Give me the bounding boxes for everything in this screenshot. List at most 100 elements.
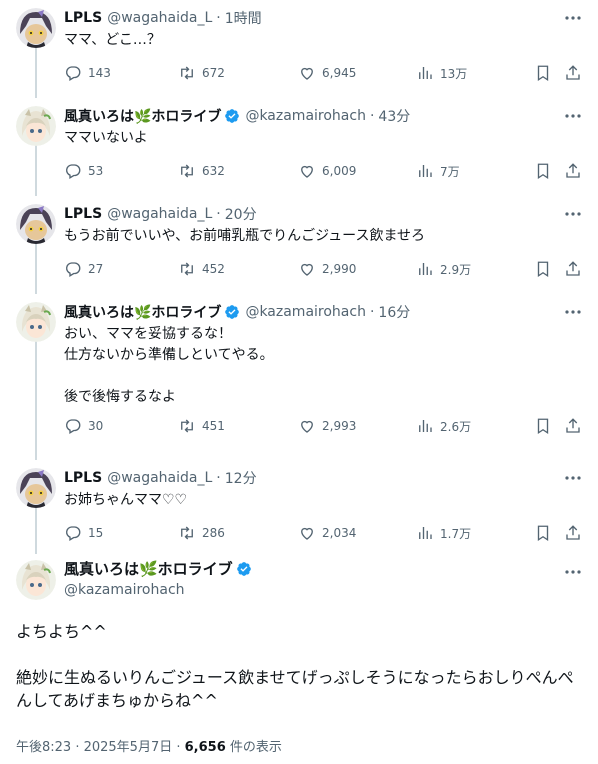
reply-button[interactable]: 30 bbox=[64, 416, 103, 436]
share-button[interactable] bbox=[564, 161, 588, 181]
reply-tweet[interactable]: LPLS @wagahaida_L · 12分 お姉ちゃんママ♡♡ 15 286 2,034 1… bbox=[0, 468, 598, 547]
views-button[interactable]: 2.9万 bbox=[416, 259, 471, 279]
action-bar: 143 672 6,945 13万 bbox=[64, 63, 584, 83]
more-icon[interactable] bbox=[564, 108, 582, 124]
avatar[interactable] bbox=[16, 468, 56, 508]
retweet-button[interactable]: 632 bbox=[178, 161, 225, 181]
tweet-time[interactable]: 16分 bbox=[378, 302, 410, 322]
action-bar: 30 451 2,993 2.6万 bbox=[64, 416, 584, 436]
avatar[interactable] bbox=[16, 204, 56, 244]
views-count: 2.9万 bbox=[440, 262, 472, 277]
like-button[interactable]: 6,009 bbox=[298, 161, 356, 181]
share-button[interactable] bbox=[564, 523, 588, 543]
retweet-count: 452 bbox=[202, 262, 225, 276]
avatar[interactable] bbox=[16, 106, 56, 146]
bookmark-button[interactable] bbox=[534, 416, 558, 436]
reply-tweet[interactable]: LPLS @wagahaida_L · 20分 もうお前でいいや、お前哺乳瓶でりんごジュ… bbox=[0, 204, 598, 283]
reply-count: 53 bbox=[88, 164, 104, 178]
views-button[interactable]: 1.7万 bbox=[416, 523, 471, 543]
avatar[interactable] bbox=[16, 8, 56, 48]
tweet-text: よちよち^^ 絶妙に生ぬるいりんごジュース飲ませてげっぷしそうになったらおしりぺ… bbox=[16, 622, 574, 710]
like-button[interactable]: 6,945 bbox=[298, 63, 356, 83]
author-handle[interactable]: @kazamairohach bbox=[245, 108, 366, 124]
author-name[interactable]: LPLS bbox=[64, 206, 102, 222]
like-icon bbox=[298, 162, 322, 180]
views-button[interactable]: 2.6万 bbox=[416, 416, 471, 436]
views-button[interactable]: 7万 bbox=[416, 161, 460, 181]
author-name[interactable]: 風真いろは🌿ホロライブ bbox=[64, 106, 221, 126]
retweet-button[interactable]: 452 bbox=[178, 259, 225, 279]
like-button[interactable]: 2,990 bbox=[298, 259, 356, 279]
action-bar: 15 286 2,034 1.7万 bbox=[64, 523, 584, 543]
author-handle[interactable]: @kazamairohach bbox=[64, 582, 185, 598]
tweet-header: 風真いろは🌿ホロライブ @kazamairohach · 43分 bbox=[64, 106, 410, 126]
share-button[interactable] bbox=[564, 416, 588, 436]
author-name[interactable]: LPLS bbox=[64, 10, 102, 26]
share-icon bbox=[564, 417, 588, 435]
avatar[interactable] bbox=[16, 560, 56, 600]
more-icon[interactable] bbox=[564, 10, 582, 26]
reply-button[interactable]: 27 bbox=[64, 259, 103, 279]
action-bar: 27 452 2,990 2.9万 bbox=[64, 259, 584, 279]
author-handle[interactable]: @kazamairohach bbox=[245, 304, 366, 320]
reply-count: 30 bbox=[88, 419, 104, 433]
bookmark-button[interactable] bbox=[534, 259, 558, 279]
share-button[interactable] bbox=[564, 259, 588, 279]
timestamp[interactable]: 午後8:23 · 2025年5月7日 · bbox=[16, 740, 185, 755]
bookmark-icon bbox=[534, 64, 558, 82]
retweet-count: 286 bbox=[202, 526, 225, 540]
views-button[interactable]: 13万 bbox=[416, 63, 467, 83]
tweet-text: おい、ママを妥協するな！ 仕方ないから準備しといてやる。 後で後悔するなよ bbox=[64, 326, 274, 405]
retweet-button[interactable]: 672 bbox=[178, 63, 225, 83]
separator: · bbox=[369, 304, 375, 320]
tweet-time[interactable]: 1時間 bbox=[225, 8, 262, 28]
more-icon[interactable] bbox=[564, 206, 582, 222]
like-count: 2,990 bbox=[322, 262, 357, 276]
like-button[interactable]: 2,993 bbox=[298, 416, 356, 436]
bookmark-icon bbox=[534, 524, 558, 542]
retweet-icon bbox=[178, 524, 202, 542]
tweet-time[interactable]: 20分 bbox=[225, 204, 257, 224]
reply-button[interactable]: 143 bbox=[64, 63, 111, 83]
retweet-count: 672 bbox=[202, 66, 225, 80]
reply-tweet[interactable]: 風真いろは🌿ホロライブ @kazamairohach · 43分 ママいないよ 53 632… bbox=[0, 106, 598, 185]
verified-badge-icon bbox=[224, 304, 240, 320]
bookmark-button[interactable] bbox=[534, 161, 558, 181]
reply-icon bbox=[64, 417, 88, 435]
reply-button[interactable]: 53 bbox=[64, 161, 103, 181]
retweet-button[interactable]: 286 bbox=[178, 523, 225, 543]
bookmark-button[interactable] bbox=[534, 523, 558, 543]
reply-button[interactable]: 15 bbox=[64, 523, 103, 543]
more-icon[interactable] bbox=[564, 304, 582, 320]
author-handle[interactable]: @wagahaida_L bbox=[107, 470, 212, 486]
tweet-text: ママいないよ bbox=[64, 130, 148, 146]
author-handle[interactable]: @wagahaida_L bbox=[107, 206, 212, 222]
avatar[interactable] bbox=[16, 302, 56, 342]
views-icon bbox=[416, 524, 440, 542]
tweet-time[interactable]: 12分 bbox=[225, 468, 257, 488]
bookmark-button[interactable] bbox=[534, 63, 558, 83]
retweet-count: 632 bbox=[202, 164, 225, 178]
verified-badge-icon bbox=[236, 561, 252, 577]
reply-icon bbox=[64, 524, 88, 542]
more-icon[interactable] bbox=[564, 564, 582, 580]
reply-tweet[interactable]: LPLS @wagahaida_L · 1時間 ママ、どこ…？ 143 672 6,945 13… bbox=[0, 8, 598, 87]
tweet-header: LPLS @wagahaida_L · 1時間 bbox=[64, 8, 262, 28]
reply-tweet[interactable]: 風真いろは🌿ホロライブ @kazamairohach · 16分おい、ママを妥協するな… bbox=[0, 302, 598, 440]
author-handle[interactable]: @wagahaida_L bbox=[107, 10, 212, 26]
author-name[interactable]: LPLS bbox=[64, 470, 102, 486]
more-icon[interactable] bbox=[564, 470, 582, 486]
share-icon bbox=[564, 524, 588, 542]
separator: · bbox=[216, 10, 221, 26]
share-button[interactable] bbox=[564, 63, 588, 83]
retweet-button[interactable]: 451 bbox=[178, 416, 225, 436]
like-button[interactable]: 2,034 bbox=[298, 523, 356, 543]
bookmark-icon bbox=[534, 260, 558, 278]
verified-badge-icon bbox=[224, 108, 240, 124]
like-icon bbox=[298, 417, 322, 435]
author-name[interactable]: 風真いろは🌿ホロライブ bbox=[64, 302, 221, 322]
author-name[interactable]: 風真いろは🌿ホロライブ bbox=[64, 558, 233, 579]
tweet-time[interactable]: 43分 bbox=[378, 106, 410, 126]
tweet-text: もうお前でいいや、お前哺乳瓶でりんごジュース飲ませろ bbox=[64, 228, 426, 244]
view-count: 6,656 bbox=[184, 740, 226, 755]
